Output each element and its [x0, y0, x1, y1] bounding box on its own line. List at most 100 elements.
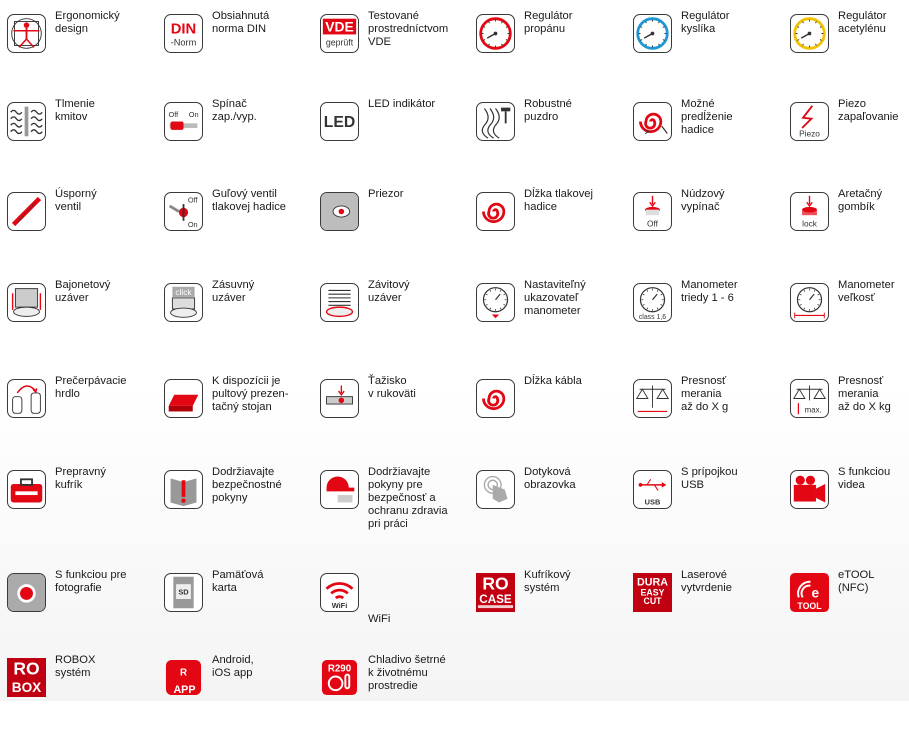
legend-label: Regulátor acetylénu: [838, 10, 887, 35]
legend-item: Možné predĺženie hadice: [626, 94, 783, 174]
legend-item: S funkciou videa: [783, 462, 909, 542]
svg-text:On: On: [189, 110, 199, 119]
legend-label: Dodržiavajte bezpečnostné pokyny: [212, 466, 282, 504]
svg-text:TOOL: TOOL: [797, 601, 822, 611]
svg-text:Off: Off: [188, 195, 199, 204]
legend-label: Guľový ventil tlakovej hadice: [212, 188, 287, 213]
legend-item: RO BOX ROBOX systém: [0, 650, 157, 730]
etool-nfc-icon: e TOOL: [790, 573, 829, 612]
legend-item: SD Pamäťová karta: [157, 565, 314, 645]
svg-text:WiFi: WiFi: [332, 601, 348, 610]
svg-text:R290: R290: [328, 664, 352, 675]
legend-item: Bajonetový uzáver: [0, 275, 157, 355]
svg-text:-Norm: -Norm: [171, 38, 197, 48]
legend-item: USB S prípojkou USB: [626, 462, 783, 542]
legend-item: WiFi WiFi: [313, 565, 470, 645]
svg-text:BOX: BOX: [12, 680, 42, 695]
propane-regulator-icon: [476, 14, 515, 53]
video-camera-icon: [790, 470, 829, 509]
legend-label: Dodržiavajte pokyny pre bezpečnosť a och…: [368, 466, 448, 530]
plug-closure-icon: click: [164, 283, 203, 322]
legend-label: Aretačný gombík: [838, 188, 883, 213]
legend-label: Testované prostredníctvom VDE: [368, 10, 449, 48]
legend-item: Piezo Piezo zapaľovanie: [783, 94, 909, 174]
legend-label: Nastaviteľný ukazovateľ manometer: [524, 279, 586, 317]
legend-item: Regulátor acetylénu: [783, 6, 909, 86]
rocase-logo-icon: RO CASE: [476, 573, 515, 612]
legend-item: Prečerpávacie hrdlo: [0, 371, 157, 451]
pictogram-legend: Ergonomický design DIN -Norm Obsiahnutá nor…: [0, 0, 909, 701]
safety-manual-icon: [164, 470, 203, 509]
memory-card-icon: SD: [164, 573, 203, 612]
led-indicator-icon: LED: [320, 102, 359, 141]
legend-item: DIN -Norm Obsiahnutá norma DIN: [157, 6, 314, 86]
handle-center-of-gravity-icon: [320, 379, 359, 418]
legend-label: ROBOX systém: [55, 654, 96, 679]
legend-item: Dĺžka kábla: [469, 371, 626, 451]
svg-text:USB: USB: [645, 497, 661, 506]
legend-item: LED LED indikátor: [313, 94, 470, 174]
legend-label: Presnosť merania až do X kg: [838, 375, 891, 413]
legend-label: Chladivo šetrné k životnému prostredie: [368, 654, 446, 692]
manometer-class-icon: class 1,6: [633, 283, 672, 322]
legend-item: VDE geprüft Testované prostredníctvom VDE: [313, 6, 470, 86]
legend-label: Regulátor propánu: [524, 10, 573, 35]
legend-item: Dotyková obrazovka: [469, 462, 626, 542]
svg-text:CASE: CASE: [479, 593, 512, 606]
legend-item: Dĺžka tlakovej hadice: [469, 184, 626, 264]
svg-text:Off: Off: [647, 218, 659, 228]
svg-text:Off: Off: [168, 110, 179, 119]
sight-glass-icon: [320, 192, 359, 231]
svg-text:click: click: [175, 287, 192, 297]
usb-port-icon: USB: [633, 470, 672, 509]
legend-label: Zásuvný uzáver: [212, 279, 255, 304]
ball-valve-icon: Off On: [164, 192, 203, 231]
adjustable-manometer-icon: [476, 283, 515, 322]
legend-label: Dotyková obrazovka: [524, 466, 576, 491]
legend-item: Ťažisko v rukoväti: [313, 371, 470, 451]
touchscreen-icon: [476, 470, 515, 509]
legend-item: Off On Guľový ventil tlakovej hadice: [157, 184, 314, 264]
legend-label: Robustné puzdro: [524, 98, 572, 123]
threaded-closure-icon: [320, 283, 359, 322]
svg-text:DIN: DIN: [171, 22, 196, 38]
scale-grams-icon: [633, 379, 672, 418]
legend-label: Dĺžka tlakovej hadice: [524, 188, 594, 213]
legend-label: Spínač zap./vyp.: [212, 98, 257, 123]
carrying-case-icon: [7, 470, 46, 509]
legend-label: Android, iOS app: [212, 654, 254, 679]
legend-item: Manometer veľkosť: [783, 275, 909, 355]
legend-item: Úsporný ventil: [0, 184, 157, 264]
legend-label: WiFi: [368, 613, 391, 625]
bayonet-closure-icon: [7, 283, 46, 322]
svg-text:class 1,6: class 1,6: [639, 314, 666, 321]
legend-item: lock Aretačný gombík: [783, 184, 909, 264]
vibration-damping-icon: [7, 102, 46, 141]
scale-kg-icon: max.: [790, 379, 829, 418]
legend-label: Manometer veľkosť: [838, 279, 895, 304]
legend-label: S prípojkou USB: [681, 466, 738, 491]
legend-item: Ergonomický design: [0, 6, 157, 86]
piezo-ignition-icon: Piezo: [790, 102, 829, 141]
legend-item: Off On Spínač zap./vyp.: [157, 94, 314, 174]
legend-item: class 1,6 Manometer triedy 1 - 6: [626, 275, 783, 355]
legend-label: Piezo zapaľovanie: [838, 98, 899, 123]
svg-text:LED: LED: [324, 114, 355, 131]
legend-label: K dispozícii je pultový prezen- tačný st…: [212, 375, 289, 413]
legend-item: K dispozícii je pultový prezen- tačný st…: [157, 371, 314, 451]
hose-extension-icon: [633, 102, 672, 141]
vitruvian-man-icon: [7, 14, 46, 53]
legend-item: Priezor: [313, 184, 470, 264]
svg-text:lock: lock: [802, 218, 818, 228]
legend-item: R APP Android, iOS app: [157, 650, 314, 730]
pressure-hose-length-icon: [476, 192, 515, 231]
locking-button-icon: lock: [790, 192, 829, 231]
dura-easy-cut-icon: DURA EASY CUT: [633, 573, 672, 612]
svg-text:On: On: [188, 220, 198, 229]
wifi-icon: WiFi: [320, 573, 359, 612]
svg-text:Piezo: Piezo: [799, 128, 820, 138]
r290-refrigerant-icon: R290: [320, 658, 359, 697]
legend-item: RO CASE Kufríkový systém: [469, 565, 626, 645]
legend-label: Závitový uzáver: [368, 279, 410, 304]
display-stand-icon: [164, 379, 203, 418]
